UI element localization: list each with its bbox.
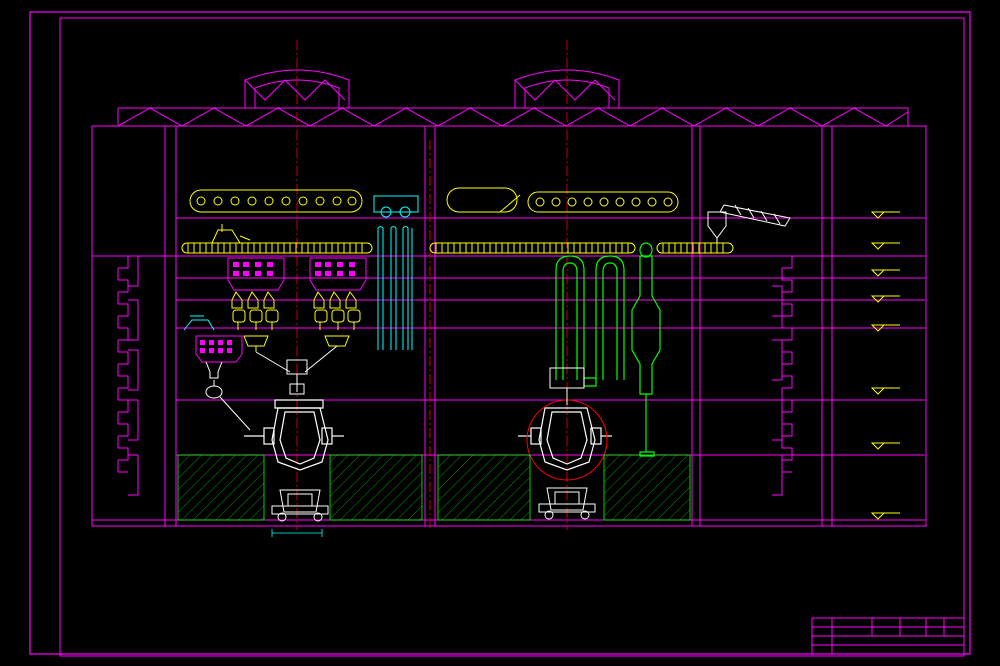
- side-windows-right: [772, 255, 793, 496]
- level-markers: [870, 211, 900, 520]
- vertical-pipes: [373, 195, 419, 350]
- ladle-car-left: [271, 489, 329, 522]
- dimension-line: [271, 529, 323, 537]
- bunker-group-1: [227, 257, 285, 291]
- title-block: [811, 617, 965, 655]
- inclined-conveyor: [707, 204, 791, 248]
- cad-drawing-canvas: [29, 11, 971, 657]
- feed-chutes: [255, 345, 338, 395]
- bunker-group-2: [309, 257, 367, 291]
- roof-truss: [117, 107, 909, 127]
- ferroalloy-chute: [205, 361, 251, 431]
- upper-conveyor-left: [189, 189, 363, 213]
- foundation-hatching: [177, 454, 691, 521]
- side-windows-left: [117, 255, 139, 496]
- weigh-hoppers-left: [231, 291, 279, 352]
- upper-conveyor-right: [446, 187, 679, 213]
- converter-right: [518, 407, 612, 471]
- gas-duct: [555, 242, 661, 457]
- tripper-car: [211, 224, 251, 244]
- ferroalloy-bunker: [195, 335, 243, 363]
